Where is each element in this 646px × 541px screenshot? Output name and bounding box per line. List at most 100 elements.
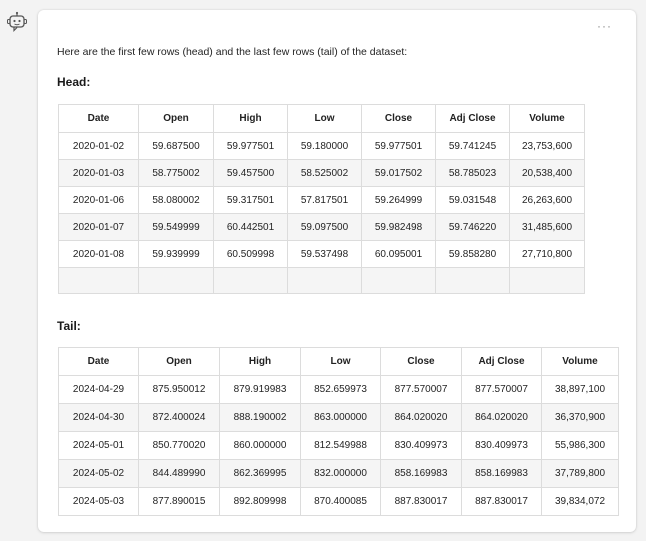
table-cell [361, 267, 436, 294]
table-cell: 55,986,300 [541, 431, 619, 460]
table-cell: 2024-05-02 [58, 459, 139, 488]
table-row: 2020-01-03 58.775002 59.457500 58.525002… [58, 159, 585, 187]
column-header: Close [361, 104, 436, 133]
column-header: Volume [541, 347, 619, 376]
table-cell: 59.097500 [287, 213, 362, 241]
table-cell: 2024-04-30 [58, 403, 139, 432]
column-header: Close [380, 347, 462, 376]
column-header: Adj Close [461, 347, 542, 376]
table-cell: 860.000000 [219, 431, 301, 460]
table-cell [213, 267, 288, 294]
table-cell: 20,538,400 [509, 159, 585, 187]
table-cell: 2020-01-06 [58, 186, 139, 214]
table-cell: 23,753,600 [509, 132, 585, 160]
table-cell: 864.020020 [461, 403, 542, 432]
table-row: 2024-04-30 872.400024 888.190002 863.000… [58, 403, 619, 432]
empty-table-row [58, 267, 585, 294]
table-cell [138, 267, 214, 294]
chat-message-card: ··· Here are the first few rows (head) a… [38, 10, 636, 532]
bot-avatar-icon [6, 11, 28, 33]
table-cell: 57.817501 [287, 186, 362, 214]
table-cell: 812.549988 [300, 431, 381, 460]
table-cell: 858.169983 [380, 459, 462, 488]
table-row: 2024-05-03 877.890015 892.809998 870.400… [58, 487, 619, 516]
table-cell: 59.264999 [361, 186, 436, 214]
tail-table: Date Open High Low Close Adj Close Volum… [58, 347, 619, 516]
table-cell: 58.080002 [138, 186, 214, 214]
table-cell: 887.830017 [380, 487, 462, 516]
table-cell: 59.031548 [435, 186, 510, 214]
table-row: 2020-01-06 58.080002 59.317501 57.817501… [58, 186, 585, 214]
head-table: Date Open High Low Close Adj Close Volum… [58, 104, 585, 294]
table-cell: 858.169983 [461, 459, 542, 488]
column-header: Low [287, 104, 362, 133]
table-cell: 830.409973 [461, 431, 542, 460]
table-cell: 2020-01-02 [58, 132, 139, 160]
more-options-button[interactable]: ··· [597, 20, 612, 32]
table-cell: 59.537498 [287, 240, 362, 268]
message-intro-text: Here are the first few rows (head) and t… [57, 46, 408, 58]
column-header: Adj Close [435, 104, 510, 133]
table-cell: 862.369995 [219, 459, 301, 488]
table-cell: 2024-04-29 [58, 375, 139, 404]
table-header-row: Date Open High Low Close Adj Close Volum… [58, 104, 585, 133]
table-cell: 892.809998 [219, 487, 301, 516]
table-cell: 59.017502 [361, 159, 436, 187]
table-cell: 39,834,072 [541, 487, 619, 516]
table-row: 2020-01-08 59.939999 60.509998 59.537498… [58, 240, 585, 268]
table-cell: 59.687500 [138, 132, 214, 160]
table-cell: 59.457500 [213, 159, 288, 187]
column-header: Volume [509, 104, 585, 133]
table-cell: 850.770020 [138, 431, 220, 460]
table-row: 2020-01-02 59.687500 59.977501 59.180000… [58, 132, 585, 160]
table-cell: 844.489990 [138, 459, 220, 488]
table-cell: 31,485,600 [509, 213, 585, 241]
table-cell [287, 267, 362, 294]
table-cell: 59.977501 [361, 132, 436, 160]
table-cell: 875.950012 [138, 375, 220, 404]
table-cell: 877.570007 [461, 375, 542, 404]
table-cell: 59.977501 [213, 132, 288, 160]
table-cell: 59.746220 [435, 213, 510, 241]
table-cell: 832.000000 [300, 459, 381, 488]
table-cell: 863.000000 [300, 403, 381, 432]
table-cell: 60.509998 [213, 240, 288, 268]
table-cell: 864.020020 [380, 403, 462, 432]
table-cell: 2020-01-03 [58, 159, 139, 187]
table-cell: 887.830017 [461, 487, 542, 516]
column-header: Low [300, 347, 381, 376]
table-cell: 58.525002 [287, 159, 362, 187]
table-cell: 36,370,900 [541, 403, 619, 432]
table-cell: 877.570007 [380, 375, 462, 404]
table-cell: 59.982498 [361, 213, 436, 241]
table-cell: 2020-01-08 [58, 240, 139, 268]
table-cell: 59.939999 [138, 240, 214, 268]
column-header: Date [58, 104, 139, 133]
table-cell [435, 267, 510, 294]
table-row: 2024-05-02 844.489990 862.369995 832.000… [58, 459, 619, 488]
column-header: Open [138, 104, 214, 133]
table-cell: 2024-05-03 [58, 487, 139, 516]
column-header: High [213, 104, 288, 133]
table-cell: 879.919983 [219, 375, 301, 404]
column-header: Open [138, 347, 220, 376]
table-cell: 58.785023 [435, 159, 510, 187]
table-cell: 59.549999 [138, 213, 214, 241]
table-cell: 27,710,800 [509, 240, 585, 268]
column-header: Date [58, 347, 139, 376]
table-row: 2020-01-07 59.549999 60.442501 59.097500… [58, 213, 585, 241]
table-cell: 888.190002 [219, 403, 301, 432]
table-cell: 872.400024 [138, 403, 220, 432]
table-cell: 58.775002 [138, 159, 214, 187]
head-section-title: Head: [57, 75, 91, 89]
table-header-row: Date Open High Low Close Adj Close Volum… [58, 347, 619, 376]
table-cell: 59.858280 [435, 240, 510, 268]
table-cell: 830.409973 [380, 431, 462, 460]
table-cell: 877.890015 [138, 487, 220, 516]
table-cell: 870.400085 [300, 487, 381, 516]
table-cell: 38,897,100 [541, 375, 619, 404]
table-cell: 26,263,600 [509, 186, 585, 214]
table-cell: 60.095001 [361, 240, 436, 268]
table-row: 2024-05-01 850.770020 860.000000 812.549… [58, 431, 619, 460]
table-cell: 2024-05-01 [58, 431, 139, 460]
